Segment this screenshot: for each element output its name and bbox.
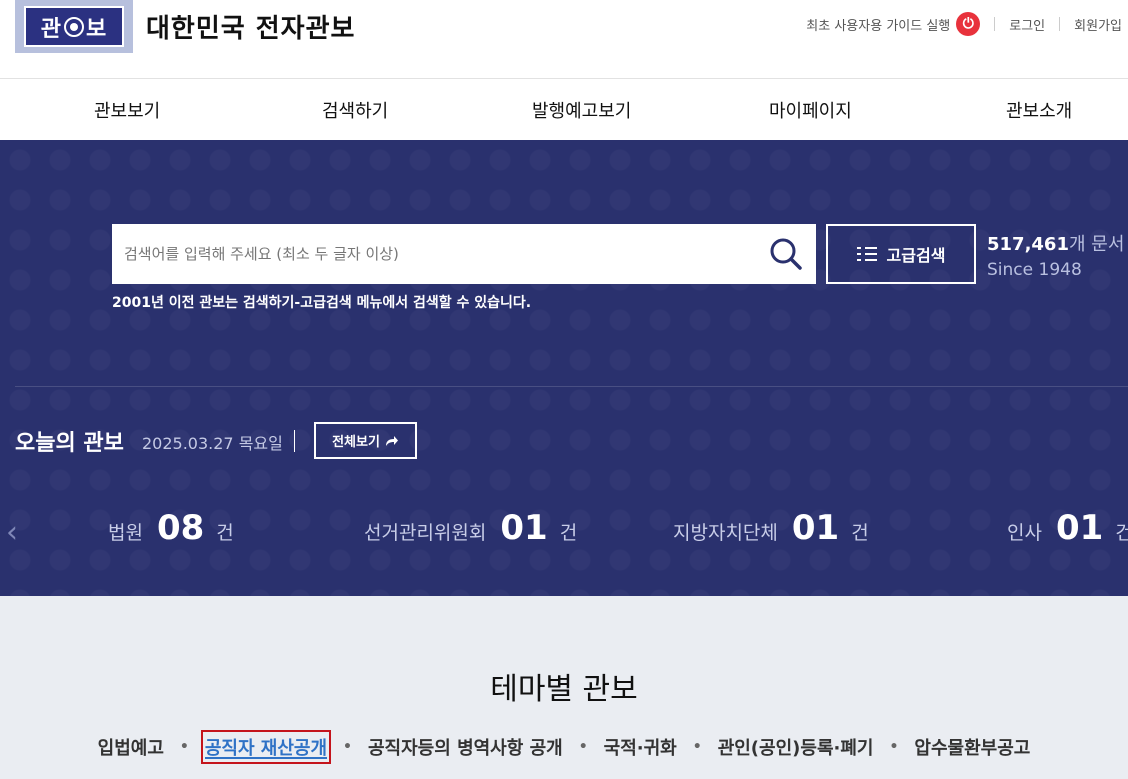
today-title: 오늘의 관보 [15,431,124,456]
main-nav: 관보보기 검색하기 발행예고보기 마이페이지 관보소개 [0,79,1128,140]
theme-section: 테마별 관보 입법예고 • 공직자 재산공개 • 공직자등의 병역사항 공개 •… [0,596,1128,779]
theme-item-nationality[interactable]: 국적·귀화 [600,734,681,760]
hero-section: 고급검색 517,461개 문서 Since 1948 2001년 이전 관보는… [0,140,1128,596]
stat-unit: 건 [559,522,578,544]
stat-count: 01 [500,508,548,548]
theme-item-seized-goods[interactable]: 압수물환부공고 [910,734,1034,760]
utility-menu: 최초 사용자용 가이드 실행 ⏻ 로그인 회원가입 [806,12,1122,36]
view-all-label: 전체보기 [332,435,380,450]
theme-item-official-seal[interactable]: 관인(공인)등록·폐기 [714,734,878,760]
today-stat[interactable]: 선거관리위원회 01 건 [364,508,577,548]
theme-title: 테마별 관보 [490,672,638,707]
nav-item-about[interactable]: 관보소개 [1006,97,1072,123]
stat-category: 법원 [108,522,143,544]
theme-list: 입법예고 • 공직자 재산공개 • 공직자등의 병역사항 공개 • 국적·귀화 … [0,730,1128,764]
doc-count-unit: 개 문서 [1068,234,1125,255]
chevron-left-icon[interactable]: ‹ [6,518,26,548]
list-icon [856,247,877,261]
logo-text-left: 관 [40,16,62,42]
site-title[interactable]: 대한민국 전자관보 [146,8,355,45]
nav-item-mypage[interactable]: 마이페이지 [769,97,852,123]
stat-count: 01 [791,508,840,548]
search-input[interactable] [112,224,756,284]
guide-label: 최초 사용자용 가이드 실행 [806,18,951,34]
advanced-search-button[interactable]: 고급검색 [826,224,976,284]
document-count: 517,461개 문서 Since 1948 [987,232,1124,283]
today-date: 2025.03.27 목요일 [142,434,283,453]
bullet-icon: • [578,739,588,755]
bullet-icon: • [179,739,189,755]
stat-category: 인사 [1007,522,1042,544]
theme-item-military-service[interactable]: 공직자등의 병역사항 공개 [364,734,567,760]
header: 관 보 대한민국 전자관보 최초 사용자용 가이드 실행 ⏻ 로그인 회원가입 [0,0,1128,79]
hero-divider [15,386,1128,387]
logo-text-right: 보 [86,16,108,42]
national-emblem-icon [64,16,84,37]
today-stat[interactable]: 법원 08 건 [108,508,234,548]
view-all-button[interactable]: 전체보기 [314,422,417,459]
stat-count: 01 [1055,508,1104,548]
divider [1059,17,1061,31]
nav-item-preview[interactable]: 발행예고보기 [532,97,631,123]
bullet-icon: • [889,739,899,755]
stat-category: 선거관리위원회 [364,522,487,544]
stat-unit: 건 [216,522,234,544]
search-box [112,224,816,284]
share-arrow-icon [385,435,398,446]
search-note: 2001년 이전 관보는 검색하기-고급검색 메뉴에서 검색할 수 있습니다. [112,295,532,311]
stat-category: 지방자치단체 [673,522,778,544]
site-logo[interactable]: 관 보 [15,0,133,53]
theme-item-asset-disclosure[interactable]: 공직자 재산공개 [200,730,332,764]
search-icon[interactable] [756,224,816,284]
doc-count-number: 517,461 [987,234,1069,255]
today-stat[interactable]: 인사 01 건 [1007,508,1128,548]
signup-link[interactable]: 회원가입 [1074,15,1122,34]
nav-item-view[interactable]: 관보보기 [94,97,160,123]
bullet-icon: • [343,739,352,755]
stat-count: 08 [156,508,205,548]
advanced-search-label: 고급검색 [886,246,946,265]
guide-button[interactable]: 최초 사용자용 가이드 실행 ⏻ [806,12,981,36]
divider [994,17,996,31]
logo-inner: 관 보 [24,6,124,47]
power-icon[interactable]: ⏻ [956,12,981,36]
bullet-icon: • [692,739,702,755]
today-stat[interactable]: 지방자치단체 01 건 [673,508,869,548]
divider [294,430,295,452]
stat-unit: 건 [851,522,869,544]
login-link[interactable]: 로그인 [1009,15,1045,34]
theme-item-legislation[interactable]: 입법예고 [94,734,168,760]
stat-unit: 건 [1115,522,1128,544]
nav-item-search[interactable]: 검색하기 [322,97,388,123]
since-label: Since 1948 [987,260,1082,281]
